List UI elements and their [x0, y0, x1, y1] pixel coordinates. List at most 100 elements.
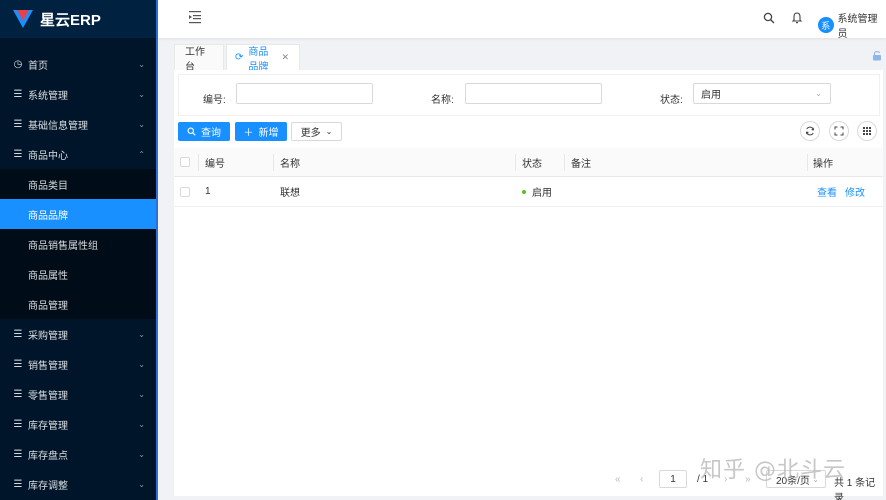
- row-checkbox[interactable]: [180, 177, 190, 206]
- menu-fold-icon[interactable]: [189, 10, 201, 24]
- select-all-checkbox[interactable]: [180, 148, 190, 176]
- code-input[interactable]: [236, 83, 373, 104]
- close-icon[interactable]: ✕: [281, 52, 289, 63]
- add-button[interactable]: ＋ 新增: [235, 122, 287, 141]
- sidebar-item-product-center[interactable]: ☰ 商品中心 ⌃: [0, 139, 157, 169]
- fullscreen-button[interactable]: [829, 121, 849, 141]
- sidebar-item-home[interactable]: ◷ 首页 ⌄: [0, 49, 157, 79]
- code-label: 编号:: [203, 95, 226, 106]
- prev-page-icon[interactable]: ‹: [640, 474, 643, 485]
- column-header-remark[interactable]: 备注: [571, 148, 591, 176]
- search-form: 编号: 名称: 状态: 启用 ⌄: [178, 74, 880, 116]
- app-title: 星云ERP: [40, 11, 101, 29]
- menu-icon: ☰: [13, 418, 23, 430]
- sidebar-item-sales[interactable]: ☰ 销售管理 ⌄: [0, 349, 157, 379]
- sidebar-item-label: 库存管理: [28, 420, 68, 432]
- dashboard-icon: ◷: [13, 58, 23, 70]
- sidebar-item-basic-info[interactable]: ☰ 基础信息管理 ⌄: [0, 109, 157, 139]
- refresh-icon[interactable]: ⟳: [235, 52, 243, 63]
- chevron-down-icon: ⌄: [325, 127, 333, 136]
- table-header: 编号 名称 状态 备注 操作: [174, 148, 883, 177]
- menu-icon: ☰: [13, 478, 23, 490]
- sidebar-item-sales-attr-group[interactable]: 商品销售属性组: [0, 229, 157, 259]
- sidebar-item-purchase[interactable]: ☰ 采购管理 ⌄: [0, 319, 157, 349]
- fullscreen-icon: [834, 126, 844, 136]
- column-settings-button[interactable]: [857, 121, 877, 141]
- sidebar-item-product-brand[interactable]: 商品品牌: [0, 199, 157, 229]
- tab-label: 工作台: [185, 46, 205, 73]
- app-logo[interactable]: 星云ERP: [0, 0, 157, 38]
- chevron-down-icon: ⌄: [138, 359, 145, 369]
- menu-icon: ☰: [13, 148, 23, 160]
- search-icon[interactable]: [763, 12, 775, 24]
- content-card: 编号: 名称: 状态: 启用 ⌄ 查询 ＋ 新增 更多 ⌄ 编号 名称 状态 备…: [174, 70, 883, 500]
- cell-status: 启用: [522, 177, 552, 206]
- sidebar-item-product-category[interactable]: 商品类目: [0, 169, 157, 199]
- lock-icon[interactable]: [872, 50, 882, 61]
- reload-icon: [806, 126, 814, 136]
- column-header-actions: 操作: [813, 158, 833, 170]
- sidebar: 星云ERP ◷ 首页 ⌄ ☰ 系统管理 ⌄ ☰ 基础信息管理 ⌄ ☰ 商品中心 …: [0, 0, 157, 500]
- name-input[interactable]: [465, 83, 602, 104]
- user-menu[interactable]: 系 系统管理员: [818, 10, 886, 40]
- sidebar-item-stocktake[interactable]: ☰ 库存盘点 ⌄: [0, 439, 157, 469]
- sidebar-item-label: 零售管理: [28, 390, 68, 402]
- chevron-up-icon: ⌃: [138, 149, 145, 159]
- reload-button[interactable]: [800, 121, 820, 141]
- column-header-name[interactable]: 名称: [280, 148, 300, 176]
- page-number-input[interactable]: 1: [659, 470, 687, 488]
- sidebar-item-retail[interactable]: ☰ 零售管理 ⌄: [0, 379, 157, 409]
- query-button-label: 查询: [201, 128, 221, 139]
- sidebar-item-product-manage[interactable]: 商品管理: [0, 289, 157, 319]
- add-button-label: 新增: [258, 128, 279, 139]
- status-dot: [522, 189, 526, 194]
- sidebar-item-label: 商品属性: [28, 270, 68, 282]
- menu-icon: ☰: [13, 88, 23, 100]
- logo-icon: [13, 10, 33, 28]
- chevron-down-icon: ⌄: [138, 329, 145, 339]
- chevron-down-icon: ⌄: [138, 479, 145, 489]
- cell-actions: 查看 修改: [817, 177, 873, 206]
- tab-workbench[interactable]: 工作台: [174, 44, 224, 73]
- column-header-status[interactable]: 状态: [522, 148, 542, 176]
- brand-table: 编号 名称 状态 备注 操作 1 联想 启用 查看 修改: [174, 148, 883, 207]
- sidebar-item-product-attr[interactable]: 商品属性: [0, 259, 157, 289]
- bell-icon[interactable]: [791, 12, 803, 24]
- sidebar-menu: ◷ 首页 ⌄ ☰ 系统管理 ⌄ ☰ 基础信息管理 ⌄ ☰ 商品中心 ⌃ 商品类目…: [0, 38, 157, 499]
- view-link[interactable]: 查看: [817, 184, 837, 199]
- column-header-code[interactable]: 编号: [205, 148, 225, 176]
- status-text: 启用: [532, 188, 552, 199]
- sidebar-item-label: 基础信息管理: [28, 120, 88, 132]
- sidebar-item-inventory[interactable]: ☰ 库存管理 ⌄: [0, 409, 157, 439]
- sidebar-item-system[interactable]: ☰ 系统管理 ⌄: [0, 79, 157, 109]
- top-header: 系 系统管理员: [158, 0, 886, 40]
- chevron-down-icon: ⌄: [138, 89, 145, 99]
- chevron-down-icon: ⌄: [138, 119, 145, 129]
- edit-link[interactable]: 修改: [845, 184, 865, 199]
- status-select[interactable]: 启用 ⌄: [693, 83, 831, 104]
- status-label: 状态:: [660, 95, 683, 106]
- sidebar-item-label: 商品销售属性组: [28, 240, 98, 252]
- chevron-down-icon: ⌄: [138, 419, 145, 429]
- chevron-down-icon: ⌄: [138, 389, 145, 399]
- sidebar-item-label: 商品类目: [28, 180, 68, 192]
- more-button-label: 更多: [300, 128, 321, 139]
- cell-code: 1: [205, 186, 211, 197]
- grid-icon: [863, 127, 871, 135]
- first-page-icon[interactable]: «: [615, 474, 621, 485]
- toolbar: 查询 ＋ 新增 更多 ⌄: [178, 121, 880, 142]
- page-tabs: 工作台 ⟳ 商品品牌 ✕: [174, 44, 886, 73]
- sidebar-item-label: 商品品牌: [28, 210, 68, 222]
- table-row: 1 联想 启用 查看 修改: [174, 177, 883, 207]
- menu-icon: ☰: [13, 358, 23, 370]
- sidebar-scrollbar[interactable]: [156, 0, 158, 500]
- more-button[interactable]: 更多 ⌄: [291, 122, 342, 141]
- sidebar-item-stock-adjust[interactable]: ☰ 库存调整 ⌄: [0, 469, 157, 499]
- tab-product-brand[interactable]: ⟳ 商品品牌 ✕: [226, 44, 300, 73]
- sidebar-item-label: 首页: [28, 60, 48, 72]
- tab-label: 商品品牌: [248, 46, 269, 73]
- watermark: 知乎 @北斗云: [700, 458, 846, 483]
- chevron-down-icon: ⌄: [815, 89, 822, 98]
- chevron-down-icon: ⌄: [138, 59, 145, 69]
- query-button[interactable]: 查询: [178, 122, 230, 141]
